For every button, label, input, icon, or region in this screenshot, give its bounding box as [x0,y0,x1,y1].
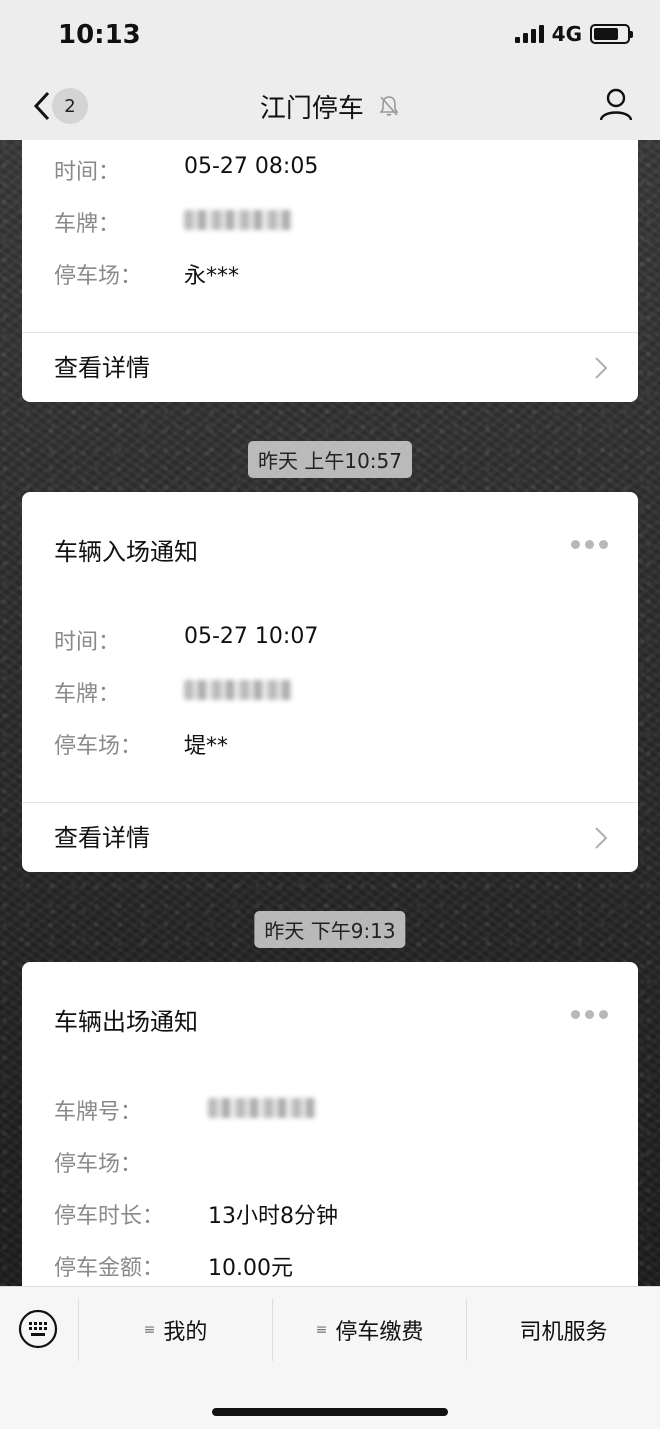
bottom-menu-bar: ≡ 我的 ≡ 停车缴费 司机服务 [0,1286,660,1429]
view-details-label: 查看详情 [54,824,150,852]
chevron-right-icon [595,827,608,849]
divider [22,332,638,333]
card-title: 车辆出场通知 [54,1008,198,1036]
submenu-icon: ≡ [315,1322,328,1338]
row-label: 停车时长： [54,1204,165,1229]
row-label: 时间： [54,630,121,655]
card-title: 车辆入场通知 [54,538,198,566]
menu-item-mine[interactable]: ≡ 我的 [78,1299,272,1361]
row-value: 堤** [184,734,229,759]
info-row: 停车场： [54,1146,618,1177]
row-label: 停车金额： [54,1256,165,1281]
info-row: 停车时长： 13小时8分钟 [54,1198,618,1229]
plate-blurred [208,1098,316,1118]
home-indicator [212,1408,448,1416]
view-details-link[interactable]: 查看详情 [54,818,608,858]
menu-item-label: 停车缴费 [335,1320,424,1345]
menu-item-driver-service[interactable]: 司机服务 [466,1299,660,1361]
info-row: 车牌： [54,676,618,707]
view-details-link[interactable]: 查看详情 [54,348,608,388]
user-icon[interactable] [598,86,634,122]
plate-blurred [184,210,292,230]
row-label: 停车场： [54,1152,143,1177]
menu-item-label: 司机服务 [519,1320,608,1345]
page-title: 江门停车 [0,88,660,125]
info-row: 车牌号： [54,1094,618,1125]
row-label: 时间： [54,160,121,185]
row-value: 05-27 08:05 [184,154,319,179]
signal-icon [514,25,544,43]
submenu-icon: ≡ [143,1322,156,1338]
menu-item-parking-payment[interactable]: ≡ 停车缴费 [272,1299,466,1361]
top-bar: 10:13 4G 2 江门停车 [0,0,660,140]
bell-mute-icon [378,94,400,125]
info-row: 车牌： [54,206,618,237]
network-type: 4G [551,22,582,46]
time-divider: 昨天 上午10:57 [248,441,412,478]
menu-item-label: 我的 [163,1320,208,1345]
notification-card-3: 车辆出场通知 车牌号： 停车场： 停车时长： 13小时8分钟 停车金额： 10.… [22,962,638,1302]
info-row: 停车金额： 10.00元 [54,1250,618,1281]
row-value: 05-27 10:07 [184,624,319,649]
row-label: 车牌： [54,212,121,237]
row-label: 停车场： [54,264,143,289]
row-value: 永*** [184,264,240,289]
row-value: 13小时8分钟 [208,1204,338,1229]
divider [22,802,638,803]
chevron-right-icon [595,357,608,379]
more-dots-icon[interactable] [571,1010,608,1019]
info-row: 停车场： 堤** [54,728,618,759]
plate-blurred [184,680,292,700]
notification-card-1: 时间： 05-27 08:05 车牌： 停车场： 永*** 查看详情 [22,110,638,402]
info-row: 停车场： 永*** [54,258,618,289]
view-details-label: 查看详情 [54,354,150,382]
more-dots-icon[interactable] [571,540,608,549]
info-row: 时间： 05-27 08:05 [54,154,618,185]
keyboard-icon[interactable] [18,1309,58,1349]
row-label: 车牌： [54,682,121,707]
status-time: 10:13 [58,20,141,50]
page-title-text: 江门停车 [259,94,364,124]
time-divider: 昨天 下午9:13 [254,911,406,948]
info-row: 时间： 05-27 10:07 [54,624,618,655]
battery-icon [590,24,633,44]
menu-items: ≡ 我的 ≡ 停车缴费 司机服务 [78,1299,660,1361]
row-value: 10.00元 [208,1256,293,1281]
row-label: 车牌号： [54,1100,143,1125]
row-label: 停车场： [54,734,143,759]
status-indicators: 4G [514,22,633,46]
notification-card-2: 车辆入场通知 时间： 05-27 10:07 车牌： 停车场： 堤** 查看详情 [22,492,638,872]
